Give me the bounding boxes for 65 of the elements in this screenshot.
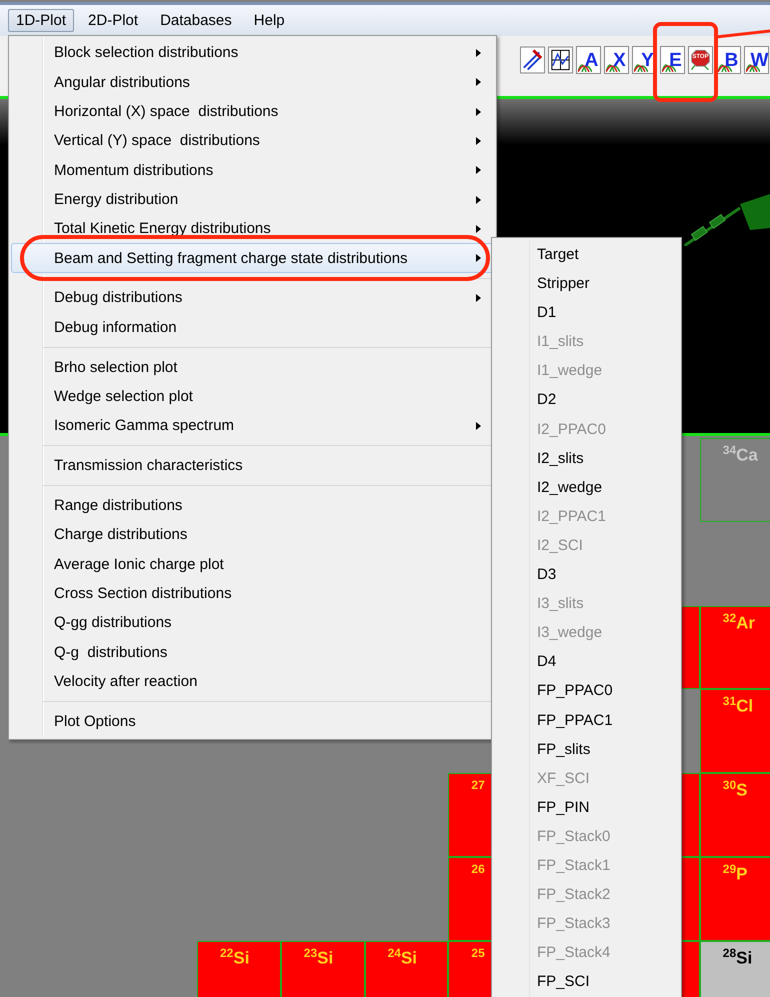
menu-item[interactable]: Angular distributions: [11, 67, 494, 97]
nuclide-cell: $^{32}$Ar: [700, 606, 770, 690]
menubar-item[interactable]: 2D-Plot: [80, 9, 146, 32]
submenu-arrow-icon: [476, 196, 481, 204]
submenu-item[interactable]: D1: [492, 298, 681, 328]
submenu-item[interactable]: FP_slits: [492, 734, 681, 764]
menu-item[interactable]: Isomeric Gamma spectrum: [11, 411, 494, 440]
menu-item[interactable]: Horizontal (X) space distributions: [11, 96, 494, 126]
plot-button[interactable]: W: [744, 46, 769, 74]
nuclide-cell: $^{34}$Ca: [700, 438, 770, 522]
plot-button[interactable]: E: [660, 46, 685, 74]
menubar-item[interactable]: 1D-Plot: [8, 9, 74, 32]
menu-item[interactable]: Debug information: [11, 312, 494, 342]
submenu-item[interactable]: Stripper: [492, 269, 681, 298]
submenu-arrow-icon: [476, 166, 481, 174]
submenu-item[interactable]: Target: [492, 240, 681, 270]
menu-item[interactable]: Velocity after reaction: [11, 666, 494, 696]
submenu-arrow-icon: [476, 137, 481, 146]
stop-sign-icon: [689, 47, 712, 73]
plot-button[interactable]: X: [604, 46, 629, 74]
plot-button[interactable]: A: [576, 46, 601, 74]
submenu-arrow-icon: [476, 294, 481, 302]
menu-item[interactable]: Average Ionic charge plot: [11, 550, 494, 579]
chart-grid-icon[interactable]: [548, 46, 573, 74]
nuclide-cell: $^{29}$P: [700, 857, 770, 941]
submenu-item[interactable]: I2_slits: [492, 444, 681, 473]
submenu-item[interactable]: FP_PPAC1: [492, 706, 681, 735]
menu-item[interactable]: Q-gg distributions: [11, 608, 494, 638]
menu-item[interactable]: Plot Options: [11, 706, 494, 736]
nuclide-cell: $^{24}$Si: [364, 940, 448, 997]
menu-item[interactable]: Beam and Setting fragment charge state distributions: [11, 243, 494, 273]
nuclide-cell: $^{30}$S: [700, 773, 770, 857]
submenu-arrow-icon: [476, 49, 481, 57]
menubar-item[interactable]: Databases: [152, 9, 240, 32]
menu-item[interactable]: Vertical (Y) space distributions: [11, 126, 494, 156]
menu-item[interactable]: Transmission characteristics: [11, 450, 494, 480]
submenu-arrow-icon: [476, 78, 481, 86]
menu-item[interactable]: Energy distribution: [11, 184, 494, 214]
menu-item[interactable]: Total Kinetic Energy distributions: [11, 214, 494, 244]
menu-item[interactable]: Charge distributions: [11, 520, 494, 550]
submenu-item[interactable]: D3: [492, 560, 681, 590]
submenu-item[interactable]: D4: [492, 647, 681, 676]
menu-item[interactable]: Momentum distributions: [11, 155, 494, 185]
submenu-arrow-icon: [476, 225, 481, 234]
menu-item[interactable]: Cross Section distributions: [11, 578, 494, 608]
nuclide-cell: $^{28}$Si: [700, 940, 770, 997]
menu-item[interactable]: Wedge selection plot: [11, 382, 494, 412]
menu-item[interactable]: Q-g distributions: [11, 638, 494, 667]
submenu-arrow-icon: [476, 422, 481, 430]
submenu-item[interactable]: FP_SCI: [492, 967, 681, 996]
submenu-item[interactable]: I2_wedge: [492, 472, 681, 502]
nuclide-cell: $^{31}$Cl: [700, 689, 770, 774]
menu-item[interactable]: Range distributions: [11, 490, 494, 520]
menu-item[interactable]: Debug distributions: [11, 283, 494, 313]
menu-item[interactable]: Block selection distributions: [11, 38, 494, 68]
nuclide-cell: $^{22}$Si: [197, 940, 281, 997]
menu-item[interactable]: Brho selection plot: [11, 352, 494, 382]
nuclide-cell: $^{23}$Si: [280, 940, 365, 997]
submenu-arrow-icon: [476, 108, 481, 116]
tool-icon[interactable]: [520, 46, 545, 74]
menubar-item[interactable]: Help: [246, 9, 293, 32]
submenu-item[interactable]: D2: [492, 385, 681, 415]
submenu-arrow-icon: [476, 254, 481, 262]
submenu-item[interactable]: FP_PPAC0: [492, 676, 681, 706]
plot-button[interactable]: B: [716, 46, 741, 74]
